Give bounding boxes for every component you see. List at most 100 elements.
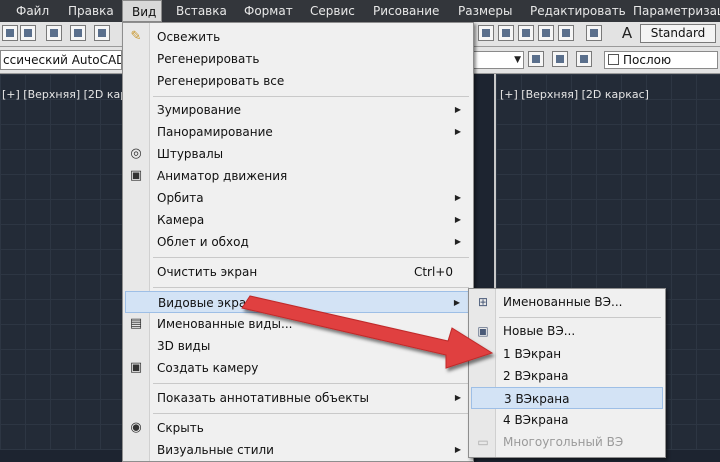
color-control[interactable]: Послою (604, 51, 718, 69)
steering-wheel-icon: ◎ (130, 146, 142, 161)
menu-item-label: Показать аннотативные объекты (157, 391, 370, 405)
camera-icon: ▣ (129, 360, 143, 375)
menu-item-pan[interactable]: Панорамирование ▶ (125, 121, 471, 143)
menu-item-label: 3D виды (157, 339, 211, 353)
layer-isolate-icon[interactable] (576, 51, 592, 67)
menu-dimension[interactable]: Размеры (458, 0, 513, 22)
submenu-item-named-viewports[interactable]: ⊞ Именованные ВЭ... (471, 291, 663, 313)
menu-separator (153, 413, 469, 414)
help-icon[interactable] (586, 25, 602, 41)
submenu-item-label: Новые ВЭ... (503, 324, 576, 338)
menu-item-label: Аниматор движения (157, 169, 288, 183)
menu-item-label: Визуальные стили (157, 443, 274, 457)
menu-item-camera[interactable]: Камера ▶ (125, 209, 471, 231)
menu-item-clean-screen[interactable]: Очистить экран Ctrl+0 (125, 261, 471, 283)
print-icon[interactable] (46, 25, 62, 41)
menu-separator (153, 383, 469, 384)
submenu-item-label: 3 ВЭкрана (504, 392, 570, 406)
menu-draw[interactable]: Рисование (373, 0, 439, 22)
menu-item-label: Видовые экраны (158, 296, 264, 310)
text-style-select[interactable]: Standard (640, 24, 716, 43)
submenu-item-label: 2 ВЭкрана (503, 369, 569, 383)
menu-item-regen-all[interactable]: Регенерировать все (125, 70, 471, 92)
menu-item-label: Регенерировать (157, 52, 260, 66)
menu-item-label: Штурвалы (157, 147, 224, 161)
submenu-arrow-icon: ▶ (454, 215, 461, 224)
menu-edit[interactable]: Правка (68, 0, 114, 22)
menu-item-label: Регенерировать все (157, 74, 285, 88)
viewports-submenu: ⊞ Именованные ВЭ... ▣ Новые ВЭ... 1 ВЭкр… (468, 288, 666, 458)
workspace-select[interactable]: ссический AutoCAD (0, 50, 122, 70)
view-menu-dropdown: ✎ Освежить Регенерировать Регенерировать… (122, 22, 474, 462)
viewport-left-label[interactable]: [+] [Верхняя] [2D карка (2, 88, 141, 101)
submenu-item-2-viewports[interactable]: 2 ВЭкрана (471, 365, 663, 387)
menu-item-annotative-objects[interactable]: Показать аннотативные объекты ▶ (125, 387, 471, 409)
menu-item-label: Панорамирование (157, 125, 273, 139)
new-viewports-icon: ▣ (477, 324, 489, 338)
menu-item-label: Именованные виды... (157, 317, 293, 331)
menu-item-visual-styles[interactable]: Визуальные стили ▶ (125, 439, 471, 461)
text-style-icon[interactable]: A (618, 24, 636, 42)
menu-item-label: Скрыть (157, 421, 204, 435)
menu-item-named-views[interactable]: ▤ Именованные виды... (125, 313, 471, 335)
menu-item-label: Камера (157, 213, 205, 227)
menu-item-label: Зумирование (157, 103, 242, 117)
menu-item-steering-wheels[interactable]: ◎ Штурвалы (125, 143, 471, 165)
sheet-set-icon[interactable] (538, 25, 554, 41)
menu-item-viewports[interactable]: Видовые экраны ▶ (125, 291, 471, 313)
menu-item-create-camera[interactable]: ▣ Создать камеру (125, 357, 471, 379)
menu-format[interactable]: Формат (244, 0, 293, 22)
viewport-right-label[interactable]: [+] [Верхняя] [2D каркас] (500, 88, 649, 101)
menu-insert[interactable]: Вставка (176, 0, 227, 22)
submenu-arrow-icon: ▶ (454, 393, 461, 402)
checkbox-icon (608, 54, 619, 65)
menu-separator (153, 96, 469, 97)
save-icon[interactable] (20, 25, 36, 41)
layer-state-icon[interactable] (528, 51, 544, 67)
menu-item-label: Освежить (157, 30, 221, 44)
submenu-item-3-viewports[interactable]: 3 ВЭкрана (471, 387, 663, 409)
markup-icon[interactable] (558, 25, 574, 41)
layer-select[interactable]: ▼ (472, 51, 524, 69)
layer-previous-icon[interactable] (552, 51, 568, 67)
submenu-arrow-icon: ▶ (454, 445, 461, 454)
menu-item-regen[interactable]: Регенерировать (125, 48, 471, 70)
tool-palettes-icon[interactable] (518, 25, 534, 41)
menu-item-zoom[interactable]: Зумирование ▶ (125, 99, 471, 121)
menu-modify[interactable]: Редактировать (530, 0, 626, 22)
submenu-item-4-viewports[interactable]: 4 ВЭкрана (471, 409, 663, 431)
menu-item-redraw[interactable]: ✎ Освежить (125, 26, 471, 48)
color-control-label: Послою (623, 53, 672, 67)
menu-item-label: Облет и обход (157, 235, 249, 249)
chevron-down-icon: ▼ (514, 55, 521, 65)
submenu-item-new-viewports[interactable]: ▣ Новые ВЭ... (471, 320, 663, 342)
publish-icon[interactable] (94, 25, 110, 41)
menu-separator (153, 257, 469, 258)
submenu-arrow-icon: ▶ (454, 127, 461, 136)
preview-icon[interactable] (70, 25, 86, 41)
menu-tools[interactable]: Сервис (310, 0, 355, 22)
new-icon[interactable] (2, 25, 18, 41)
menu-item-walk-fly[interactable]: Облет и обход ▶ (125, 231, 471, 253)
menu-item-label: Орбита (157, 191, 204, 205)
menu-item-showmotion[interactable]: ▣ Аниматор движения (125, 165, 471, 187)
submenu-item-label: Именованные ВЭ... (503, 295, 623, 309)
submenu-item-1-viewport[interactable]: 1 ВЭкран (471, 343, 663, 365)
properties-icon[interactable] (478, 25, 494, 41)
submenu-arrow-icon: ▶ (454, 193, 461, 202)
viewport-left[interactable]: [+] [Верхняя] [2D карка (0, 74, 141, 450)
menu-file[interactable]: Файл (16, 0, 49, 22)
menu-bar: Файл Правка Вид Вставка Формат Сервис Ри… (0, 0, 720, 23)
menu-item-orbit[interactable]: Орбита ▶ (125, 187, 471, 209)
design-center-icon[interactable] (498, 25, 514, 41)
shortcut-label: Ctrl+0 (413, 265, 453, 279)
menu-item-hide[interactable]: ◉ Скрыть (125, 417, 471, 439)
menu-view[interactable]: Вид (122, 0, 162, 22)
named-viewports-icon: ⊞ (477, 295, 489, 309)
menu-item-3d-views[interactable]: 3D виды (125, 335, 471, 357)
submenu-item-label: 4 ВЭкрана (503, 413, 569, 427)
menu-parametric[interactable]: Параметризация (633, 0, 720, 22)
named-views-icon: ▤ (129, 316, 143, 331)
brush-icon: ✎ (130, 29, 142, 44)
menu-separator (499, 317, 661, 318)
